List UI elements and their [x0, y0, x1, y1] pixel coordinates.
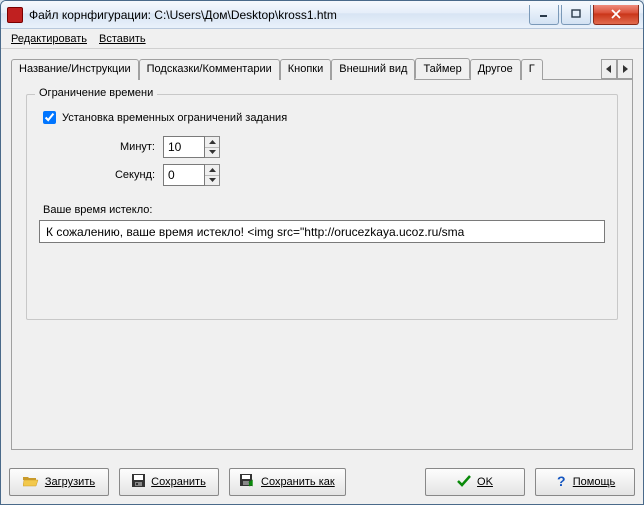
- tab-scroll-left[interactable]: [601, 59, 617, 79]
- enable-time-limit-checkbox[interactable]: [43, 111, 56, 124]
- save-as-button-label: Сохранить как: [261, 476, 335, 488]
- tab-timer[interactable]: Таймер: [415, 58, 469, 79]
- seconds-spin-down[interactable]: [205, 176, 219, 186]
- minutes-row: Минут:: [39, 136, 605, 158]
- tab-scroll-buttons: [601, 59, 633, 79]
- load-button[interactable]: Загрузить: [9, 468, 109, 496]
- tab-hints-comments[interactable]: Подсказки/Комментарии: [139, 59, 280, 80]
- seconds-label: Секунд:: [39, 169, 163, 181]
- floppy-icon: [132, 474, 145, 490]
- seconds-row: Секунд:: [39, 164, 605, 186]
- chevron-down-icon: [209, 178, 216, 182]
- tab-buttons[interactable]: Кнопки: [280, 59, 332, 80]
- app-icon: [7, 7, 23, 23]
- minutes-spin-up[interactable]: [205, 137, 219, 148]
- save-button-label: Сохранить: [151, 476, 206, 488]
- close-icon: [610, 9, 622, 19]
- button-bar: Загрузить Сохранить Сохранить как OK ? П: [1, 460, 643, 504]
- maximize-button[interactable]: [561, 5, 591, 25]
- chevron-up-icon: [209, 140, 216, 144]
- window-controls: [529, 5, 639, 25]
- seconds-spin-up[interactable]: [205, 165, 219, 176]
- minimize-button[interactable]: [529, 5, 559, 25]
- tab-scroll-right[interactable]: [617, 59, 633, 79]
- tab-panel-timer: Ограничение времени Установка временных …: [11, 79, 633, 450]
- window-title: Файл корнфигурации: C:\Users\Дом\Desktop…: [29, 8, 529, 22]
- help-button-label: Помощь: [573, 476, 616, 488]
- save-as-button[interactable]: Сохранить как: [229, 468, 346, 496]
- maximize-icon: [571, 9, 581, 19]
- chevron-up-icon: [209, 168, 216, 172]
- titlebar[interactable]: Файл корнфигурации: C:\Users\Дом\Desktop…: [1, 1, 643, 29]
- ok-button-label: OK: [477, 476, 493, 488]
- close-button[interactable]: [593, 5, 639, 25]
- menubar: Редактировать Вставить: [1, 29, 643, 49]
- tab-truncated[interactable]: Г: [521, 59, 543, 80]
- tab-appearance[interactable]: Внешний вид: [331, 59, 415, 80]
- save-button[interactable]: Сохранить: [119, 468, 219, 496]
- seconds-input[interactable]: [163, 164, 205, 186]
- tab-name-instructions[interactable]: Название/Инструкции: [11, 59, 139, 80]
- groupbox-title: Ограничение времени: [35, 87, 157, 99]
- chevron-right-icon: [622, 65, 628, 73]
- help-icon: ?: [555, 474, 567, 491]
- minimize-icon: [539, 9, 549, 19]
- minutes-spinner: [163, 136, 220, 158]
- load-button-label: Загрузить: [45, 476, 95, 488]
- minutes-input[interactable]: [163, 136, 205, 158]
- menu-edit[interactable]: Редактировать: [11, 33, 87, 45]
- folder-open-icon: [23, 475, 39, 490]
- enable-time-limit-row: Установка временных ограничений задания: [43, 111, 605, 124]
- chevron-left-icon: [606, 65, 612, 73]
- minutes-label: Минут:: [39, 141, 163, 153]
- content-area: Название/Инструкции Подсказки/Комментари…: [1, 49, 643, 460]
- enable-time-limit-label: Установка временных ограничений задания: [62, 112, 287, 124]
- time-limit-groupbox: Ограничение времени Установка временных …: [26, 94, 618, 320]
- button-bar-spacer: [356, 468, 415, 496]
- ok-button[interactable]: OK: [425, 468, 525, 496]
- tab-other[interactable]: Другое: [470, 59, 521, 80]
- minutes-spin-buttons: [205, 136, 220, 158]
- seconds-spin-buttons: [205, 164, 220, 186]
- timeout-message-label: Ваше время истекло:: [43, 204, 605, 216]
- tabs: Название/Инструкции Подсказки/Комментари…: [11, 58, 543, 79]
- chevron-down-icon: [209, 150, 216, 154]
- check-icon: [457, 475, 471, 490]
- tab-strip: Название/Инструкции Подсказки/Комментари…: [11, 57, 633, 79]
- timeout-message-input[interactable]: [39, 220, 605, 243]
- seconds-spinner: [163, 164, 220, 186]
- floppy-save-as-icon: [240, 474, 255, 490]
- minutes-spin-down[interactable]: [205, 148, 219, 158]
- menu-insert[interactable]: Вставить: [99, 33, 146, 45]
- svg-text:?: ?: [557, 474, 566, 488]
- config-window: Файл корнфигурации: C:\Users\Дом\Desktop…: [0, 0, 644, 505]
- help-button[interactable]: ? Помощь: [535, 468, 635, 496]
